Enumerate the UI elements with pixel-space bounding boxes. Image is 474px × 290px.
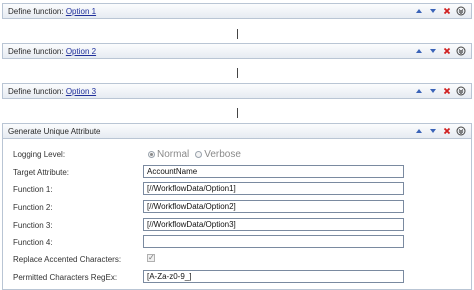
- logging-level-options: Normal Verbose: [148, 149, 241, 160]
- target-attribute-row: Target Attribute: AccountName: [3, 165, 471, 179]
- panel-title: Generate Unique Attribute: [8, 127, 101, 136]
- connector-line: [237, 108, 238, 118]
- radio-button-icon: [148, 151, 155, 158]
- delete-icon[interactable]: [442, 46, 452, 56]
- collapse-icon[interactable]: [456, 126, 466, 136]
- function-2-label: Function 2:: [13, 203, 53, 212]
- replace-accented-checkbox[interactable]: ✓: [147, 254, 155, 262]
- function-2-field[interactable]: [//WorkflowData/Option2]: [143, 200, 404, 213]
- radio-button-icon: [195, 151, 203, 158]
- delete-icon[interactable]: [442, 126, 452, 136]
- panel-prefix: Define function:: [8, 7, 64, 16]
- function-4-field[interactable]: [143, 235, 404, 248]
- collapse-icon[interactable]: [456, 86, 466, 96]
- function-1-label: Function 1:: [13, 185, 53, 194]
- option-3-link[interactable]: Option 3: [66, 87, 96, 96]
- define-function-panel-3: Define function: Option 3: [2, 83, 472, 99]
- option-2-link[interactable]: Option 2: [66, 47, 96, 56]
- regex-label: Permitted Characters RegEx:: [13, 273, 118, 282]
- target-attribute-field[interactable]: AccountName: [143, 165, 404, 178]
- move-up-icon[interactable]: [414, 46, 424, 56]
- function-3-field[interactable]: [//WorkflowData/Option3]: [143, 218, 404, 231]
- function-3-row: Function 3: [//WorkflowData/Option3]: [3, 218, 471, 232]
- radio-normal[interactable]: Normal: [148, 149, 189, 160]
- define-function-panel-1: Define function: Option 1: [2, 3, 472, 19]
- collapse-icon[interactable]: [456, 46, 466, 56]
- unique-panel-header: Generate Unique Attribute: [2, 123, 472, 139]
- panel-prefix: Define function:: [8, 87, 64, 96]
- connector-line: [237, 68, 238, 78]
- replace-accented-row: Replace Accented Characters: ✓: [3, 252, 471, 266]
- function-1-row: Function 1: [//WorkflowData/Option1]: [3, 182, 471, 196]
- radio-verbose[interactable]: Verbose: [195, 149, 241, 160]
- function-4-label: Function 4:: [13, 238, 53, 247]
- move-up-icon[interactable]: [414, 6, 424, 16]
- collapse-icon[interactable]: [456, 6, 466, 16]
- move-up-icon[interactable]: [414, 126, 424, 136]
- function-3-label: Function 3:: [13, 221, 53, 230]
- delete-icon[interactable]: [442, 6, 452, 16]
- target-attribute-label: Target Attribute:: [13, 168, 70, 177]
- option-1-link[interactable]: Option 1: [66, 7, 96, 16]
- move-up-icon[interactable]: [414, 86, 424, 96]
- panel-prefix: Define function:: [8, 47, 64, 56]
- delete-icon[interactable]: [442, 86, 452, 96]
- logging-level-label: Logging Level:: [13, 150, 66, 159]
- generate-unique-attribute-panel: Generate Unique Attribute Logging Level:…: [2, 123, 472, 290]
- move-down-icon[interactable]: [428, 126, 438, 136]
- replace-accented-label: Replace Accented Characters:: [13, 255, 122, 264]
- function-4-row: Function 4:: [3, 235, 471, 249]
- move-down-icon[interactable]: [428, 6, 438, 16]
- regex-field[interactable]: [A-Za-z0-9_]: [143, 270, 404, 283]
- logging-level-row: Logging Level: Normal Verbose: [3, 147, 471, 161]
- function-1-field[interactable]: [//WorkflowData/Option1]: [143, 182, 404, 195]
- move-down-icon[interactable]: [428, 86, 438, 96]
- function-2-row: Function 2: [//WorkflowData/Option2]: [3, 200, 471, 214]
- connector-line: [237, 29, 238, 39]
- define-function-panel-2: Define function: Option 2: [2, 43, 472, 59]
- regex-row: Permitted Characters RegEx: [A-Za-z0-9_]: [3, 270, 471, 284]
- move-down-icon[interactable]: [428, 46, 438, 56]
